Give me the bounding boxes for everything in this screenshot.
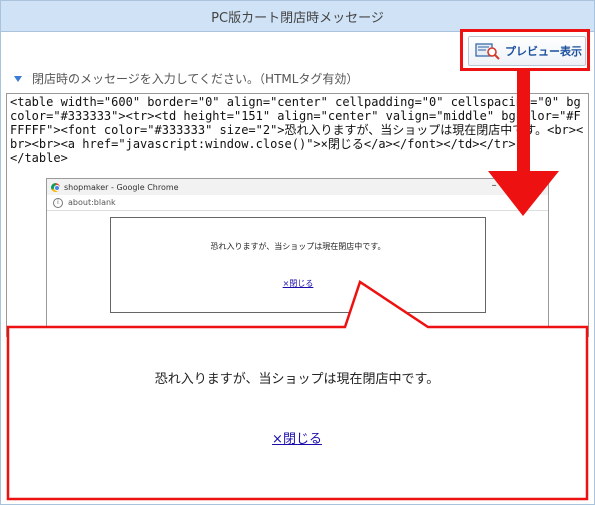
preview-button-label: プレビュー表示 [505,45,582,58]
browser-title: shopmaker - Google Chrome [64,182,179,192]
preview-magnifier-icon [475,43,500,60]
window-title: PC版カート閉店時メッセージ [1,1,594,32]
info-icon: i [53,197,63,208]
address-bar[interactable]: i about:blank [47,195,548,211]
instruction-label: 閉店時のメッセージを入力してください。（HTMLタグ有効） [32,72,359,86]
window-controls: – ☐ ✕ [492,180,542,191]
zoom-message: 恐れ入りますが、当ショップは現在閉店中です。 [154,372,440,387]
browser-title-bar: shopmaker - Google Chrome – ☐ ✕ [47,179,548,195]
popup-close-link[interactable]: ×閉じる [111,278,485,289]
browser-popup-window: shopmaker - Google Chrome – ☐ ✕ i about:… [46,178,549,333]
preview-button[interactable]: プレビュー表示 [468,36,586,66]
maximize-icon[interactable]: ☐ [511,180,520,191]
popup-message: 恐れ入りますが、当ショップは現在閉店中です。 [210,242,386,251]
collapse-triangle-icon[interactable] [14,75,22,82]
popup-message-box: 恐れ入りますが、当ショップは現在閉店中です。 ×閉じる [110,217,486,313]
close-icon[interactable]: ✕ [534,180,542,191]
address-text: about:blank [68,198,116,207]
chrome-logo-icon [51,182,60,192]
instruction-row: 閉店時のメッセージを入力してください。（HTMLタグ有効） [14,70,358,87]
minimize-icon[interactable]: – [492,180,497,191]
zoom-close-link[interactable]: ×閉じる [8,428,586,447]
